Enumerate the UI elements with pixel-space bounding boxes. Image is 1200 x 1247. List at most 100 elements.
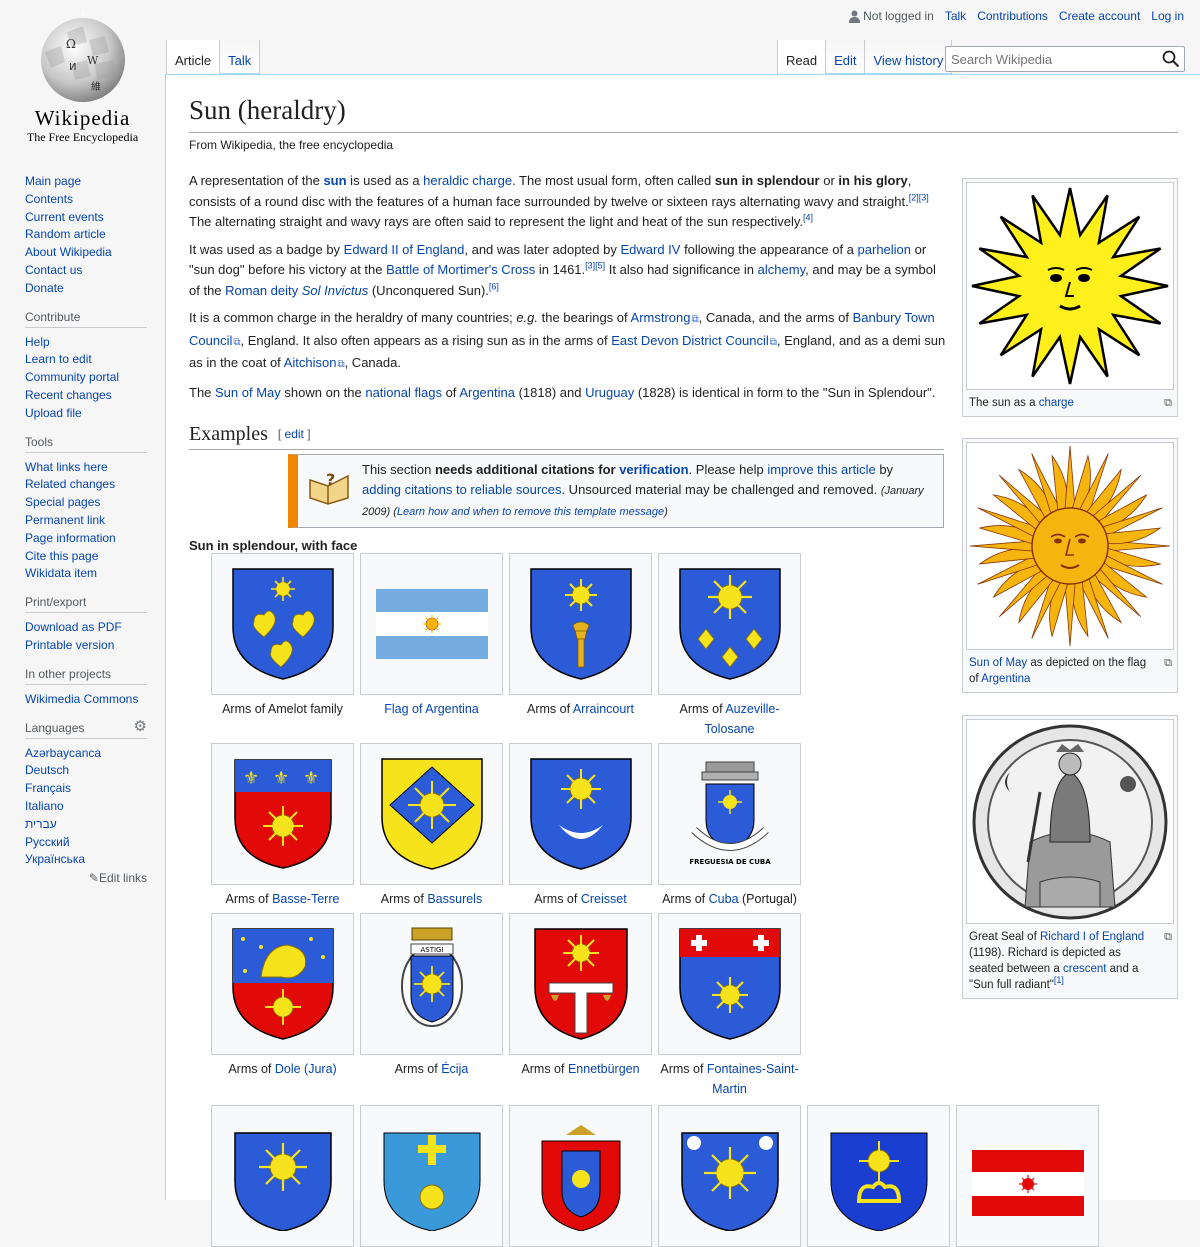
gallery-image[interactable] (956, 1105, 1099, 1247)
gallery-link[interactable]: Arraincourt (573, 702, 634, 716)
great-seal-image[interactable] (966, 719, 1174, 924)
gallery-image[interactable] (211, 553, 354, 695)
sidebar-link[interactable]: Random article (25, 227, 106, 241)
verification-link[interactable]: verification (619, 462, 688, 477)
gallery-image[interactable] (509, 1105, 652, 1247)
gallery-image[interactable]: FREGUESIA DE CUBA (658, 743, 801, 885)
sidebar-link[interactable]: Page information (25, 531, 116, 545)
crescent-link[interactable]: crescent (1063, 963, 1106, 975)
sun-link[interactable]: sun (323, 173, 346, 188)
sun-charge-image[interactable] (966, 182, 1174, 390)
sidebar-link[interactable]: Permanent link (25, 513, 105, 527)
wikipedia-logo[interactable]: Ω W И 維 Wikipedia The Free Encyclopedia (0, 0, 165, 160)
mortimers-cross-link[interactable]: Battle of Mortimer's Cross (386, 262, 535, 277)
sidebar-link[interactable]: Contents (25, 192, 73, 206)
sidebar-link[interactable]: Recent changes (25, 388, 112, 402)
sidebar-link[interactable]: Special pages (25, 495, 100, 509)
sidebar-link[interactable]: Wikimedia Commons (25, 692, 138, 706)
ref-link[interactable]: [6] (489, 281, 499, 291)
enlarge-icon[interactable]: ⧉ (1164, 929, 1172, 945)
east-devon-link[interactable]: East Devon District Council (611, 333, 777, 348)
ref-link[interactable]: [5] (595, 261, 605, 271)
create-account-link[interactable]: Create account (1059, 9, 1140, 23)
sidebar-link[interactable]: Upload file (25, 406, 82, 420)
edit-section-link[interactable]: edit (285, 427, 304, 441)
gallery-image[interactable]: ASTIGI (360, 913, 503, 1055)
search-button[interactable] (1162, 50, 1180, 73)
tab-read[interactable]: Read (777, 40, 827, 74)
gallery-image[interactable] (658, 1105, 801, 1247)
gallery-image[interactable]: ⚜ ⚜ ⚜ (211, 743, 354, 885)
armstrong-link[interactable]: Armstrong (631, 310, 699, 325)
enlarge-icon[interactable]: ⧉ (1164, 395, 1172, 411)
tab-edit[interactable]: Edit (826, 40, 866, 74)
ref-link[interactable]: [1] (1054, 975, 1064, 985)
gallery-image[interactable] (807, 1105, 950, 1247)
edward-iv-link[interactable]: Edward IV (620, 242, 680, 257)
sidebar-link[interactable]: Русский (25, 835, 70, 849)
sidebar-link[interactable]: Help (25, 335, 50, 349)
sidebar-link[interactable]: Download as PDF (25, 620, 122, 634)
enlarge-icon[interactable]: ⧉ (1164, 655, 1172, 671)
contributions-link[interactable]: Contributions (977, 9, 1048, 23)
gallery-image[interactable] (360, 1105, 503, 1247)
log-in-link[interactable]: Log in (1151, 9, 1184, 23)
gallery-link[interactable]: Bassurels (427, 892, 482, 906)
personal-talk-link[interactable]: Talk (945, 9, 966, 23)
search-input[interactable] (946, 47, 1151, 71)
gallery-image[interactable] (360, 553, 503, 695)
parhelion-link[interactable]: parhelion (858, 242, 912, 257)
sidebar-link[interactable]: Donate (25, 281, 64, 295)
sidebar-link[interactable]: Printable version (25, 638, 114, 652)
ref-link[interactable]: [3] (919, 192, 929, 202)
gallery-link[interactable]: Ennetbürgen (568, 1062, 640, 1076)
sidebar-link[interactable]: Italiano (25, 799, 64, 813)
sun-of-may-caption-link[interactable]: Sun of May (969, 657, 1027, 669)
sidebar-link[interactable]: Azərbaycanca (25, 746, 101, 760)
gallery-link[interactable]: Dole (Jura) (275, 1062, 337, 1076)
roman-deity-link[interactable]: Roman deity (225, 283, 298, 298)
edit-links[interactable]: ✎Edit links (25, 871, 147, 885)
alchemy-link[interactable]: alchemy (758, 262, 805, 277)
gallery-link[interactable]: Cuba (709, 892, 739, 906)
sidebar-link[interactable]: Français (25, 781, 71, 795)
gallery-image[interactable] (509, 743, 652, 885)
improve-article-link[interactable]: improve this article (767, 462, 875, 477)
national-flags-link[interactable]: national flags (365, 385, 442, 400)
ref-link[interactable]: [3] (585, 261, 595, 271)
tab-view-history[interactable]: View history (865, 40, 953, 74)
gear-icon[interactable]: ⚙ (134, 717, 147, 735)
gallery-link[interactable]: Basse-Terre (272, 892, 339, 906)
gallery-link[interactable]: Flag of Argentina (384, 702, 479, 716)
sidebar-link[interactable]: Українська (25, 852, 85, 866)
gallery-link[interactable]: Écija (441, 1062, 468, 1076)
edward-ii-link[interactable]: Edward II of England (344, 242, 465, 257)
sidebar-link[interactable]: Current events (25, 210, 104, 224)
learn-remove-link[interactable]: Learn how and when to remove this templa… (397, 506, 664, 518)
gallery-image[interactable] (360, 743, 503, 885)
gallery-image[interactable] (509, 913, 652, 1055)
richard-i-link[interactable]: Richard I of England (1040, 931, 1144, 943)
tab-talk[interactable]: Talk (220, 40, 261, 74)
sidebar-link[interactable]: What links here (25, 460, 108, 474)
sidebar-link[interactable]: עברית (25, 817, 57, 831)
gallery-image[interactable] (211, 1105, 354, 1247)
sidebar-link[interactable]: Related changes (25, 477, 115, 491)
gallery-link[interactable]: Creisset (581, 892, 627, 906)
gallery-image[interactable] (211, 913, 354, 1055)
gallery-image[interactable] (658, 553, 801, 695)
uruguay-link[interactable]: Uruguay (585, 385, 634, 400)
sidebar-link[interactable]: Wikidata item (25, 566, 97, 580)
heraldic-charge-link[interactable]: heraldic charge (423, 173, 512, 188)
sidebar-link[interactable]: Learn to edit (25, 352, 92, 366)
argentina-caption-link[interactable]: Argentina (981, 673, 1030, 685)
sidebar-link[interactable]: Main page (25, 174, 81, 188)
argentina-link[interactable]: Argentina (459, 385, 515, 400)
gallery-image[interactable] (658, 913, 801, 1055)
sidebar-link[interactable]: Community portal (25, 370, 119, 384)
ref-link[interactable]: [4] (803, 213, 813, 223)
sidebar-link[interactable]: Cite this page (25, 549, 98, 563)
sidebar-link[interactable]: Deutsch (25, 763, 69, 777)
gallery-link[interactable]: Fontaines-Saint-Martin (707, 1062, 799, 1096)
sidebar-link[interactable]: Contact us (25, 263, 82, 277)
